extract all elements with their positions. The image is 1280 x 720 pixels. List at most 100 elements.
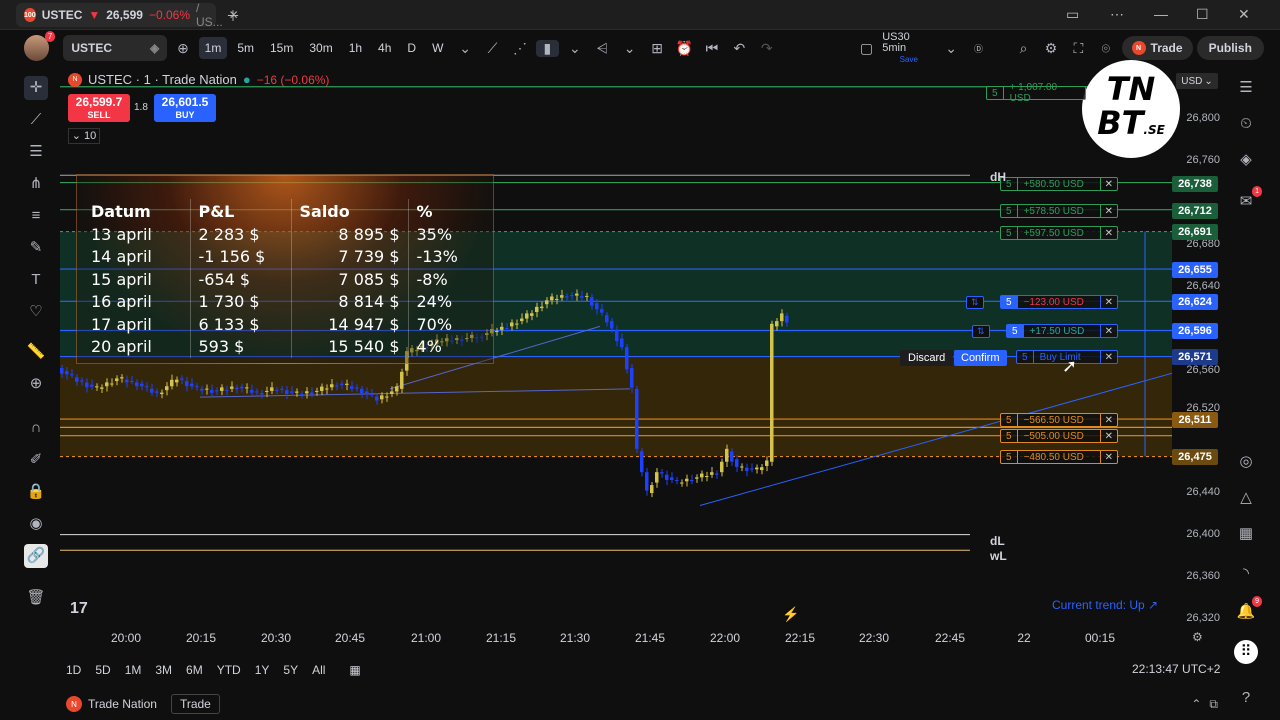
currency-select[interactable]: USD ⌄ bbox=[1176, 73, 1218, 89]
order-line-label[interactable]: 5 +578.50 USD ✕ bbox=[1000, 204, 1118, 218]
interval-1h[interactable]: 1h bbox=[343, 37, 368, 59]
collapse-icon[interactable]: ⌃ bbox=[1191, 697, 1201, 711]
watchlist-icon[interactable]: ☰ bbox=[1234, 76, 1258, 100]
favorite-icon[interactable]: ◈ bbox=[150, 41, 159, 55]
range-1d[interactable]: 1D bbox=[60, 661, 87, 679]
trend-line-icon[interactable]: ⟋ bbox=[24, 108, 48, 132]
reverse-position-icon[interactable]: ⇅ bbox=[966, 296, 984, 309]
buy-button[interactable]: 26,601.5 BUY bbox=[154, 94, 216, 122]
chat-icon[interactable]: ✉ 1 bbox=[1234, 186, 1262, 214]
price-axis[interactable]: USD ⌄ 26,800 26,760 26,680 26,640 26,560 26,52… bbox=[1172, 66, 1224, 626]
apps-grid-icon[interactable]: ⠿ bbox=[1234, 640, 1258, 664]
text-icon[interactable]: T bbox=[24, 268, 48, 292]
reverse-position-icon[interactable]: ⇅ bbox=[972, 325, 990, 338]
order-line-label[interactable]: 5 −480.50 USD ✕ bbox=[1000, 450, 1118, 464]
target-icon[interactable]: ◎ bbox=[1234, 450, 1258, 474]
rss-icon[interactable]: ◝ bbox=[1234, 562, 1258, 586]
interval-d[interactable]: D bbox=[401, 37, 422, 59]
range-ytd[interactable]: YTD bbox=[211, 661, 247, 679]
fib-icon[interactable]: ≡ bbox=[24, 204, 48, 228]
chevron-down-icon[interactable]: ⌄ bbox=[453, 40, 476, 57]
window-layout-icon[interactable]: ▭ bbox=[1066, 6, 1079, 23]
range-3m[interactable]: 3M bbox=[149, 661, 178, 679]
camera-icon[interactable]: ⌾ bbox=[1094, 40, 1117, 57]
symbol-search[interactable]: USTEC ◈ bbox=[63, 35, 168, 61]
line-chart-icon[interactable]: ⟋ bbox=[481, 40, 504, 57]
templates-icon[interactable]: ⊞ bbox=[645, 40, 668, 57]
range-all[interactable]: All bbox=[306, 661, 331, 679]
crosshair-icon[interactable]: ✛ bbox=[24, 76, 48, 100]
help-icon[interactable]: ? bbox=[1234, 686, 1258, 710]
interval-w[interactable]: W bbox=[426, 37, 449, 59]
lock-icon[interactable]: 🔒 bbox=[24, 480, 48, 504]
close-order-icon[interactable]: ✕ bbox=[1099, 430, 1117, 442]
trash-icon[interactable]: 🗑 bbox=[24, 586, 48, 610]
range-5y[interactable]: 5Y bbox=[277, 661, 304, 679]
add-symbol-icon[interactable]: ⊕ bbox=[171, 40, 194, 57]
order-qty[interactable]: 5 bbox=[1001, 227, 1018, 239]
order-line-label[interactable]: 5 +580.50 USD ✕ bbox=[1000, 177, 1118, 191]
layout-icon[interactable]: ▢ bbox=[855, 40, 878, 57]
gear-icon[interactable]: ⚙ bbox=[1039, 40, 1062, 57]
triangle-icon[interactable]: △ bbox=[1234, 486, 1258, 510]
alerts-clock-icon[interactable]: ⏲ bbox=[1234, 112, 1258, 136]
interval-1m[interactable]: 1m bbox=[198, 37, 228, 59]
fullscreen-icon[interactable]: ⛶ bbox=[1067, 40, 1090, 57]
legend-title[interactable]: USTEC · 1 · Trade Nation bbox=[88, 72, 237, 87]
order-qty[interactable]: 5 bbox=[987, 87, 1004, 99]
more-icon[interactable]: ⋯ bbox=[1110, 6, 1124, 23]
order-line-label[interactable]: 5 −505.00 USD ✕ bbox=[1000, 429, 1118, 443]
candles-icon[interactable]: ▮ bbox=[535, 39, 560, 57]
interval-30m[interactable]: 30m bbox=[303, 37, 338, 59]
heart-icon[interactable]: ♡ bbox=[24, 300, 48, 324]
interval-15m[interactable]: 15m bbox=[264, 37, 299, 59]
range-1y[interactable]: 1Y bbox=[249, 661, 276, 679]
compare-icon[interactable]: ⋰ bbox=[508, 40, 531, 57]
lightning-icon[interactable]: ⚡ bbox=[782, 606, 799, 623]
search-icon[interactable]: ⌕ bbox=[1012, 40, 1035, 57]
footer-trade-button[interactable]: Trade bbox=[170, 694, 220, 714]
magnet-icon[interactable]: ∩ bbox=[24, 416, 48, 440]
bell-icon[interactable]: 🔔 9 bbox=[1234, 596, 1262, 624]
layout-name[interactable]: US30 5min Save bbox=[882, 31, 935, 65]
order-line-label[interactable]: 5 +597.50 USD ✕ bbox=[1000, 226, 1118, 240]
brush-icon[interactable]: ✎ bbox=[24, 236, 48, 260]
close-order-icon[interactable]: ✕ bbox=[1099, 325, 1117, 337]
close-order-icon[interactable]: ✕ bbox=[1099, 451, 1117, 463]
order-line-label[interactable]: 5 −123.00 USD ✕ bbox=[1000, 295, 1118, 309]
broker-tab[interactable]: N Trade Nation bbox=[60, 694, 163, 714]
order-qty[interactable]: 5 bbox=[1001, 430, 1018, 442]
close-order-icon[interactable]: ✕ bbox=[1099, 205, 1117, 217]
horizontal-lines-icon[interactable]: ☰ bbox=[24, 140, 48, 164]
layers-icon[interactable]: ◈ bbox=[1234, 148, 1258, 172]
link-icon[interactable]: 🔗 bbox=[24, 544, 48, 568]
order-line-label[interactable]: 5 +17.50 USD ✕ bbox=[1006, 324, 1118, 338]
trade-button[interactable]: N Trade bbox=[1121, 36, 1193, 60]
chevron-down-icon[interactable]: ⌄ bbox=[563, 40, 586, 57]
range-1m[interactable]: 1M bbox=[119, 661, 148, 679]
chevron-down-icon[interactable]: ⌄ bbox=[939, 40, 962, 57]
range-5d[interactable]: 5D bbox=[89, 661, 116, 679]
d-badge-icon[interactable]: Ⓓ bbox=[967, 42, 990, 55]
order-qty[interactable]: 5 bbox=[1001, 296, 1018, 308]
time-axis[interactable]: 20:00 20:15 20:30 20:45 21:00 21:15 21:30 21:45… bbox=[60, 628, 1172, 648]
order-qty[interactable]: 5 bbox=[1001, 414, 1018, 426]
pencil-lock-icon[interactable]: ✐ bbox=[24, 448, 48, 472]
confirm-button[interactable]: Confirm bbox=[954, 350, 1007, 366]
new-tab-icon[interactable]: ＋ bbox=[226, 6, 240, 26]
order-line-label[interactable]: 5 + 1,007.00 USD bbox=[986, 82, 1086, 104]
close-order-icon[interactable]: ✕ bbox=[1099, 351, 1117, 363]
indicators-icon[interactable]: ⩤ bbox=[591, 40, 614, 57]
order-qty[interactable]: 5 bbox=[1001, 451, 1018, 463]
maximize-icon[interactable]: ☐ bbox=[1196, 6, 1209, 23]
order-qty[interactable]: 5 bbox=[1001, 205, 1018, 217]
range-6m[interactable]: 6M bbox=[180, 661, 209, 679]
close-order-icon[interactable]: ✕ bbox=[1099, 178, 1117, 190]
pitchfork-icon[interactable]: ⋔ bbox=[24, 172, 48, 196]
redo-icon[interactable]: ↷ bbox=[755, 40, 778, 57]
replay-icon[interactable]: ⏮ bbox=[700, 40, 723, 57]
browser-tab[interactable]: 100 USTEC ▼ 26,599 −0.06% / US... ✕ bbox=[16, 1, 239, 29]
chevron-down-icon[interactable]: ⌄ bbox=[618, 40, 641, 57]
calendar-icon[interactable]: ▦ bbox=[1234, 522, 1258, 546]
settings-icon[interactable]: ⚙ bbox=[1192, 630, 1203, 644]
